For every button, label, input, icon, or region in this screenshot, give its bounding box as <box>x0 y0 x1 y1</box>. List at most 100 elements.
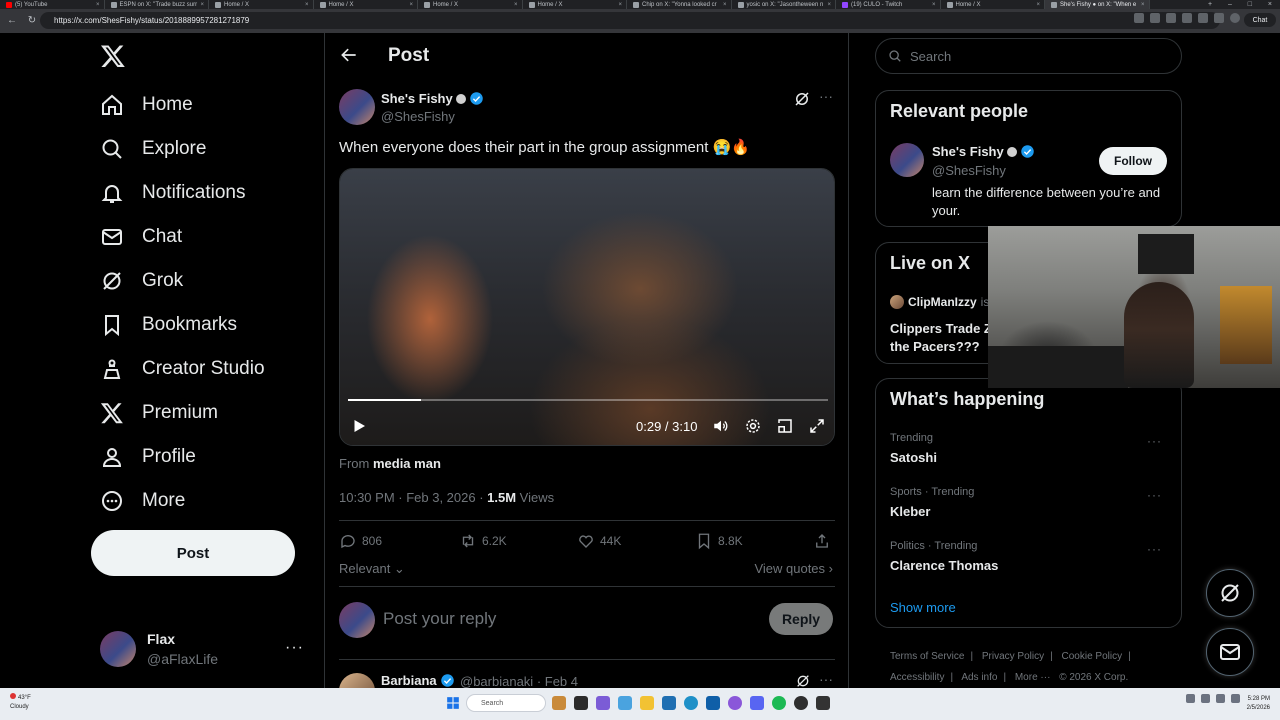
more-options-icon[interactable]: ··· <box>819 671 833 687</box>
browser-tab[interactable]: (5) YouTube × <box>0 0 105 9</box>
more-options-icon[interactable]: ··· <box>1147 542 1162 556</box>
footer-link[interactable]: More ··· <box>1015 672 1051 683</box>
taskbar-search[interactable]: Search <box>466 694 546 712</box>
share-button[interactable] <box>813 532 831 550</box>
profile-icon[interactable] <box>1230 13 1240 23</box>
browser-tab[interactable]: ESPN on X: "Trade buzz surr × <box>105 0 209 9</box>
app-icon[interactable] <box>596 696 610 710</box>
minimize-icon[interactable]: – <box>1228 1 1232 8</box>
browser-tab-active[interactable]: She's Fishy ● on X: "When e × <box>1045 0 1150 9</box>
account-switcher[interactable]: Flax @aFlaxLife ··· <box>100 627 314 671</box>
app-icon[interactable] <box>552 696 566 710</box>
reload-icon[interactable]: ↻ <box>26 15 38 27</box>
footer-link[interactable]: Accessibility <box>890 672 944 683</box>
close-tab-icon[interactable]: × <box>723 2 727 8</box>
follow-button[interactable]: Follow <box>1099 147 1167 175</box>
nav-profile[interactable]: Profile <box>100 437 196 477</box>
address-bar[interactable]: https://x.com/ShesFishy/status/201888995… <box>40 12 1220 29</box>
browser-tab[interactable]: yosic on X: "Jasontheween n × <box>732 0 836 9</box>
discord-icon[interactable] <box>750 696 764 710</box>
close-tab-icon[interactable]: × <box>932 2 936 8</box>
more-options-icon[interactable]: ··· <box>1147 434 1162 448</box>
more-options-icon[interactable]: ··· <box>819 88 833 104</box>
weather-widget[interactable]: 43°F Cloudy <box>10 693 31 712</box>
chrome-icon[interactable] <box>794 696 808 710</box>
video-player[interactable]: 0:29 / 3:10 <box>339 168 835 446</box>
footer-link[interactable]: Cookie Policy <box>1062 651 1123 662</box>
video-progress-bar[interactable] <box>348 399 828 401</box>
close-tab-icon[interactable]: × <box>409 2 413 8</box>
spotify-icon[interactable] <box>772 696 786 710</box>
picture-in-picture-icon[interactable] <box>776 417 794 435</box>
close-tab-icon[interactable]: × <box>96 2 100 8</box>
footer-link[interactable]: Ads info <box>961 672 997 683</box>
extension-icon[interactable] <box>1182 13 1192 23</box>
more-options-icon[interactable]: ··· <box>1147 488 1162 502</box>
volume-icon[interactable] <box>712 417 730 435</box>
browser-tab[interactable]: (19) CULO - Twitch × <box>836 0 941 9</box>
reply-sort-dropdown[interactable]: Relevant ⌄ <box>339 561 405 577</box>
trend-item[interactable]: Politics · Trending Clarence Thomas ··· <box>890 540 1170 576</box>
avatar[interactable] <box>339 89 375 125</box>
nav-grok[interactable]: Grok <box>100 261 183 301</box>
extension-icon[interactable] <box>1214 13 1224 23</box>
volume-icon[interactable] <box>1216 694 1225 703</box>
back-nav-icon[interactable]: ← <box>6 15 18 27</box>
app-icon[interactable] <box>662 696 676 710</box>
close-tab-icon[interactable]: × <box>305 2 309 8</box>
system-clock[interactable]: 5:28 PM 2/5/2026 <box>1247 695 1270 713</box>
bookmark-button[interactable]: 8.8K <box>695 532 743 550</box>
new-tab-icon[interactable]: + <box>1208 1 1212 8</box>
extension-icon[interactable] <box>1134 13 1144 23</box>
nav-notifications[interactable]: Notifications <box>100 173 246 213</box>
browser-tab[interactable]: Home / X × <box>314 0 418 9</box>
browser-tab[interactable]: Home / X × <box>418 0 523 9</box>
reply-submit-button[interactable]: Reply <box>769 603 833 635</box>
app-icon[interactable] <box>816 696 830 710</box>
x-logo-icon[interactable] <box>100 43 126 69</box>
nav-home[interactable]: Home <box>100 85 193 125</box>
back-arrow-icon[interactable] <box>339 45 359 65</box>
settings-gear-icon[interactable] <box>744 417 762 435</box>
trend-item[interactable]: Trending Satoshi ··· <box>890 432 1170 468</box>
author-handle[interactable]: @ShesFishy <box>381 109 455 124</box>
extension-icon[interactable] <box>1166 13 1176 23</box>
show-more-link[interactable]: Show more <box>890 600 956 615</box>
video-source-link[interactable]: media man <box>373 456 441 471</box>
app-icon[interactable] <box>706 696 720 710</box>
edge-icon[interactable] <box>684 696 698 710</box>
footer-link[interactable]: Terms of Service <box>890 651 964 662</box>
close-tab-icon[interactable]: × <box>1141 2 1145 8</box>
author-name[interactable]: She's Fishy <box>381 91 484 106</box>
browser-tab[interactable]: Home / X × <box>209 0 314 9</box>
file-explorer-icon[interactable] <box>640 696 654 710</box>
nav-explore[interactable]: Explore <box>100 129 206 169</box>
fullscreen-icon[interactable] <box>808 417 826 435</box>
more-options-icon[interactable]: ··· <box>285 639 304 657</box>
nav-more[interactable]: More <box>100 481 185 521</box>
trend-item[interactable]: Sports · Trending Kleber ··· <box>890 486 1170 522</box>
view-quotes-link[interactable]: View quotes › <box>754 561 833 576</box>
app-icon[interactable] <box>618 696 632 710</box>
nav-creator-studio[interactable]: Creator Studio <box>100 349 265 389</box>
nav-chat[interactable]: Chat <box>100 217 182 257</box>
close-tab-icon[interactable]: × <box>1036 2 1040 8</box>
extension-icon[interactable] <box>1150 13 1160 23</box>
person-name[interactable]: She's Fishy <box>932 144 1035 159</box>
browser-tab[interactable]: Chip on X: "Yonna looked cr × <box>627 0 732 9</box>
battery-icon[interactable] <box>1231 694 1240 703</box>
grok-floating-button[interactable] <box>1206 569 1254 617</box>
maximize-icon[interactable]: □ <box>1248 1 1252 8</box>
reply-button[interactable]: 806 <box>339 532 382 550</box>
grok-icon[interactable] <box>795 673 811 688</box>
browser-tab[interactable]: Home / X × <box>523 0 627 9</box>
reply-tweet[interactable]: Barbiana @barbianaki · Feb 4 ··· <box>339 671 835 688</box>
nav-bookmarks[interactable]: Bookmarks <box>100 305 237 345</box>
footer-link[interactable]: Privacy Policy <box>982 651 1044 662</box>
person-handle[interactable]: @ShesFishy <box>932 163 1006 178</box>
browser-chat-button[interactable]: Chat <box>1244 13 1276 27</box>
live-host[interactable]: ClipManIzzy is <box>890 295 989 309</box>
like-button[interactable]: 44K <box>577 532 621 550</box>
avatar[interactable] <box>890 143 924 177</box>
app-icon[interactable] <box>728 696 742 710</box>
